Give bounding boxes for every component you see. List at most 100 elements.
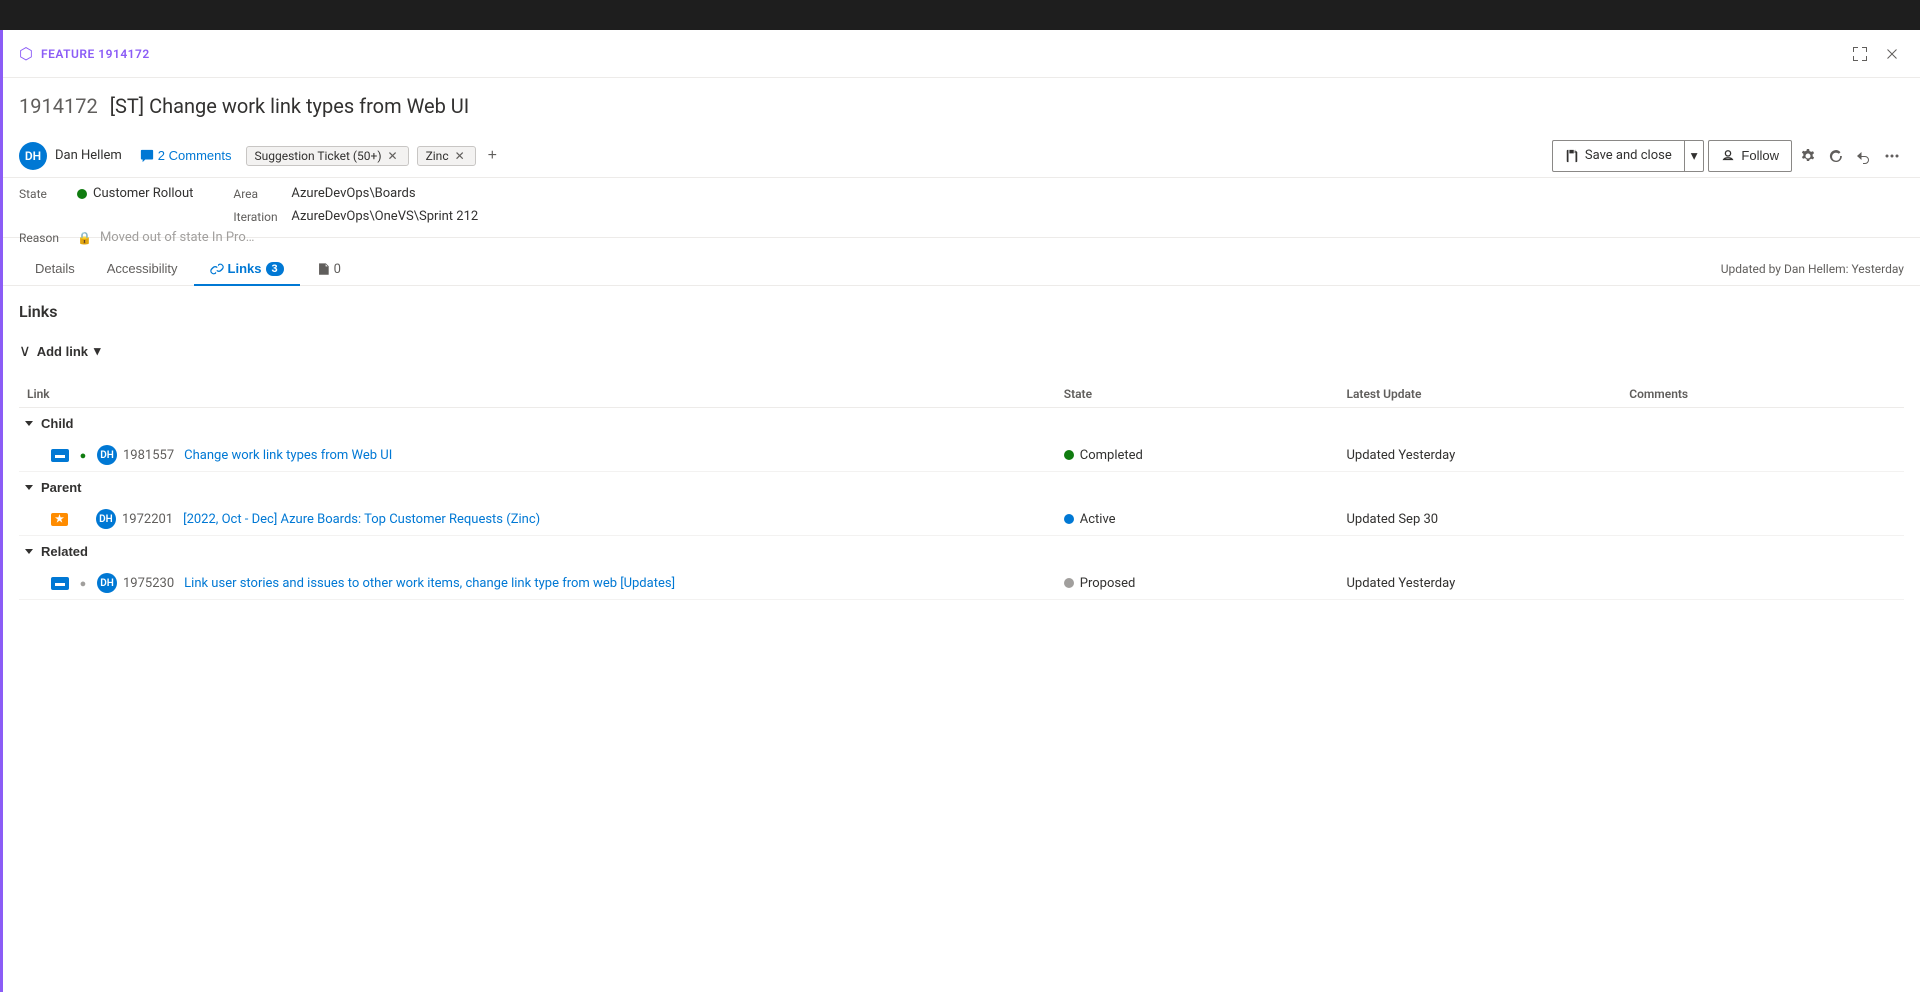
item-type-badge: ★ [51,513,68,526]
refresh-button[interactable] [1824,144,1848,168]
tab-accessibility[interactable]: Accessibility [91,253,194,286]
state-field: State Customer Rollout [19,186,193,201]
link-state-dot [1064,450,1074,460]
link-update: Updated Yesterday [1339,439,1622,472]
link-title[interactable]: Change work link types from Web UI [184,448,392,463]
item-type-badge: ▬ [51,449,69,462]
tag-suggestion-close[interactable]: ✕ [386,149,400,163]
save-close-label: Save and close [1585,148,1672,163]
group-toggle-parent[interactable]: Parent [23,480,81,495]
link-state-label: Active [1080,512,1116,527]
comments-button[interactable]: 2 Comments [134,146,238,165]
main-content: Links ∨ Add link ▾ Link State Latest Upd… [3,286,1920,992]
link-state: Completed [1064,448,1331,463]
fields-container: State Customer Rollout Area AzureDevOps\… [3,178,1920,253]
updated-info: Updated by Dan Hellem: Yesterday [1721,262,1904,276]
feature-header: ⬡ FEATURE 1914172 [3,30,1920,78]
iteration-label: Iteration [233,210,283,224]
feature-icon: ⬡ [19,44,33,63]
expand-button[interactable] [1848,42,1872,66]
header-actions-right [1848,42,1904,66]
tag-zinc-close[interactable]: ✕ [453,149,467,163]
work-item-title: [ST] Change work link types from Web UI [110,94,1904,118]
reason-area-group: Area AzureDevOps\Boards Iteration AzureD… [233,186,478,224]
area-label: Area [233,187,283,201]
tag-zinc: Zinc ✕ [417,146,476,166]
reason-row: Reason 🔒 Moved out of state In Pro… [3,230,1920,253]
top-bar [0,0,1920,30]
state-dot [77,189,87,199]
link-avatar: DH [97,445,117,465]
link-comments [1621,503,1904,536]
link-title[interactable]: [2022, Oct - Dec] Azure Boards: Top Cust… [183,512,540,527]
comments-count: 2 Comments [158,148,232,163]
state-text: Customer Rollout [93,186,193,201]
lock-icon: 🔒 [77,231,92,245]
avatar: DH [19,142,47,170]
link-state-label: Proposed [1080,576,1136,591]
item-type-badge: ▬ [51,577,69,590]
link-item-1981557: ▬ ● DH 1981557 Change work link types fr… [19,439,1904,472]
link-item-1975230: ▬ ● DH 1975230 Link user stories and iss… [19,567,1904,600]
links-badge: 3 [266,262,284,276]
add-tag-button[interactable]: + [484,145,501,167]
area-field: Area AzureDevOps\Boards [233,186,478,201]
iteration-value[interactable]: AzureDevOps\OneVS\Sprint 212 [291,209,478,224]
link-item-1972201: ★ DH 1972201 [2022, Oct - Dec] Azure Boa… [19,503,1904,536]
work-item-id: 1914172 [19,94,98,118]
link-group-child[interactable]: Child [19,408,1904,440]
feature-label: FEATURE 1914172 [41,47,150,61]
save-close-main[interactable]: Save and close [1553,141,1685,171]
iteration-field: Iteration AzureDevOps\OneVS\Sprint 212 [233,209,478,224]
group-toggle-child[interactable]: Child [23,416,74,431]
add-link-label: Add link [37,344,88,359]
link-id: 1972201 [122,512,173,527]
col-link: Link [19,381,1056,408]
author-name: Dan Hellem [55,148,122,163]
tab-attachments[interactable]: 0 [300,254,357,285]
save-close-group: Save and close ▾ [1552,140,1705,172]
tab-details[interactable]: Details [19,253,91,286]
reason-value: Moved out of state In Pro… [100,230,254,245]
toolbar-right: Save and close ▾ Follow [1552,140,1904,172]
undo-button[interactable] [1852,144,1876,168]
item-status-icon: ● [75,447,91,463]
link-update: Updated Sep 30 [1339,503,1622,536]
link-id: 1981557 [123,448,174,463]
col-state: State [1056,381,1339,408]
more-options-button[interactable] [1880,144,1904,168]
tab-row: Details Accessibility Links 3 0 Updated … [3,253,1920,286]
item-status-icon [74,511,90,527]
state-value[interactable]: Customer Rollout [77,186,193,201]
col-comments: Comments [1621,381,1904,408]
toolbar-row: DH Dan Hellem 2 Comments Suggestion Tick… [3,134,1920,178]
link-state-label: Completed [1080,448,1143,463]
link-group-related[interactable]: Related [19,536,1904,568]
close-button[interactable] [1880,42,1904,66]
iteration-text: AzureDevOps\OneVS\Sprint 212 [291,209,478,224]
save-close-dropdown[interactable]: ▾ [1685,141,1704,171]
link-state-dot [1064,578,1074,588]
link-group-parent[interactable]: Parent [19,472,1904,504]
link-avatar: DH [97,573,117,593]
link-state: Proposed [1064,576,1331,591]
item-status-icon: ● [75,575,91,591]
state-label: State [19,187,69,201]
link-avatar: DH [96,509,116,529]
link-state: Active [1064,512,1331,527]
area-text: AzureDevOps\Boards [291,186,415,201]
fields-row: State Customer Rollout Area AzureDevOps\… [3,178,1920,238]
reason-label: Reason [19,231,69,245]
links-section-title: Links [19,302,1904,321]
attachments-badge: 0 [334,262,341,277]
col-latest-update: Latest Update [1339,381,1622,408]
link-comments [1621,567,1904,600]
follow-label: Follow [1741,148,1779,163]
link-title[interactable]: Link user stories and issues to other wo… [184,576,675,591]
add-link-button[interactable]: ∨ Add link ▾ [19,337,101,365]
group-toggle-related[interactable]: Related [23,544,88,559]
area-value[interactable]: AzureDevOps\Boards [291,186,415,201]
tab-links[interactable]: Links 3 [194,253,300,286]
follow-button[interactable]: Follow [1708,140,1792,172]
settings-button[interactable] [1796,144,1820,168]
